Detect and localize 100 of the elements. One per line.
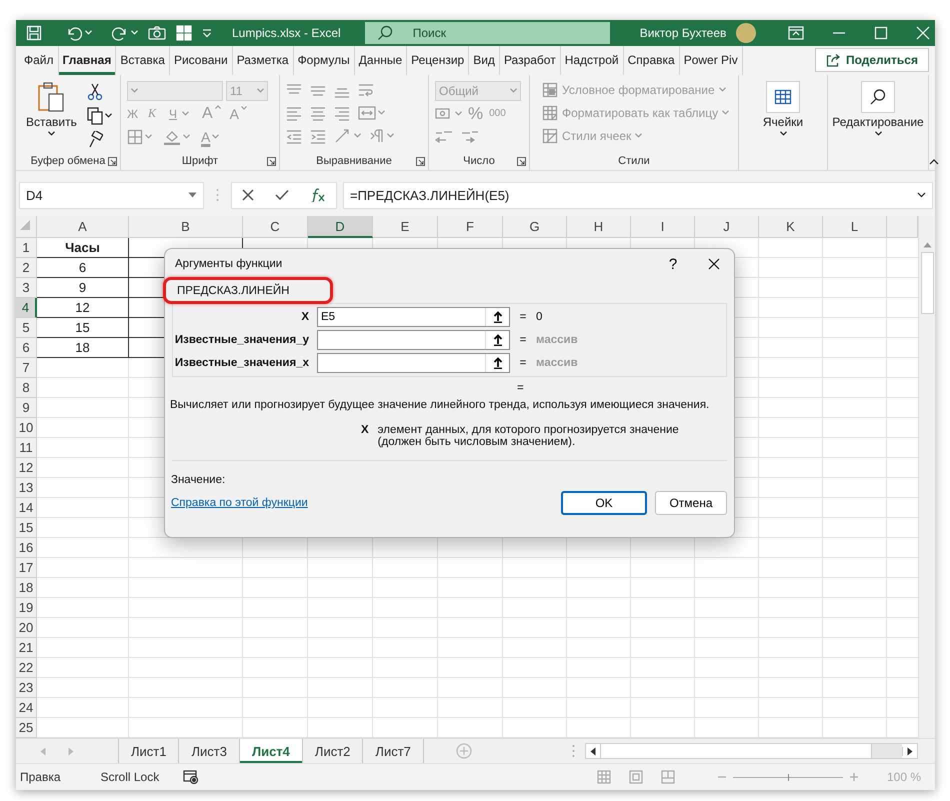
normal-view-icon[interactable] xyxy=(596,770,611,784)
ribbon-tab[interactable]: Разметка xyxy=(232,46,294,75)
row-header[interactable]: 20 xyxy=(16,618,37,638)
column-header[interactable]: C xyxy=(243,216,308,238)
caret-icon[interactable] xyxy=(874,130,882,136)
format-painter-icon[interactable] xyxy=(86,130,103,149)
ribbon-tab[interactable]: Рецензир xyxy=(407,46,470,75)
help-link[interactable]: Справка по этой функции xyxy=(171,497,308,509)
row-header[interactable]: 17 xyxy=(16,558,37,578)
search-field[interactable]: Поиск xyxy=(364,22,610,44)
row-header[interactable]: 12 xyxy=(16,458,37,478)
column-header[interactable] xyxy=(887,216,918,238)
scissors-icon[interactable] xyxy=(86,82,103,101)
page-break-icon[interactable] xyxy=(660,770,675,784)
ribbon-tab[interactable]: Формулы xyxy=(294,46,355,75)
grid-icon[interactable] xyxy=(176,24,192,41)
row-header[interactable]: 25 xyxy=(16,718,37,738)
caret-icon[interactable] xyxy=(780,130,786,136)
share-button[interactable]: Поделиться xyxy=(814,48,929,72)
name-box[interactable]: D4 xyxy=(19,182,204,209)
row-header[interactable]: 24 xyxy=(16,698,37,718)
camera-icon[interactable] xyxy=(148,24,166,41)
column-header[interactable]: L xyxy=(823,216,887,238)
sheet-tab[interactable]: Лист2 xyxy=(302,739,362,764)
ribbon-display-icon[interactable] xyxy=(788,26,804,40)
column-header[interactable]: F xyxy=(438,216,503,238)
ribbon-tab[interactable]: Данные xyxy=(354,46,408,75)
row-header[interactable]: 18 xyxy=(16,578,37,598)
row-header[interactable]: 16 xyxy=(16,538,37,558)
sheet-tab[interactable]: Лист4 xyxy=(238,739,302,764)
ribbon-tab[interactable]: Рисовани xyxy=(170,46,233,75)
customize-menu-icon[interactable] xyxy=(202,28,212,38)
row-header[interactable]: 23 xyxy=(16,678,37,698)
dialog-button[interactable]: OK xyxy=(561,491,647,515)
confirm-icon[interactable] xyxy=(274,189,289,202)
row-header[interactable]: 15 xyxy=(16,518,37,538)
ribbon-tab[interactable]: Разработ xyxy=(500,46,561,75)
undo-icon[interactable] xyxy=(66,24,82,41)
ribbon-tab[interactable]: Вставка xyxy=(116,46,170,75)
scroll-thumb[interactable] xyxy=(920,252,934,314)
column-header[interactable]: K xyxy=(759,216,823,238)
column-header[interactable]: E xyxy=(373,216,438,238)
row-header[interactable]: 7 xyxy=(16,358,37,378)
expand-icon[interactable] xyxy=(917,192,926,198)
ribbon-tab[interactable]: Главная xyxy=(58,46,116,75)
row-header[interactable]: 19 xyxy=(16,598,37,618)
ribbon-tab[interactable]: Файл xyxy=(20,46,59,75)
column-header[interactable]: J xyxy=(695,216,759,238)
row-header[interactable]: 3 xyxy=(16,278,37,298)
scroll-left-icon[interactable] xyxy=(590,746,596,756)
row-header[interactable]: 5 xyxy=(16,318,37,338)
column-header[interactable]: A xyxy=(37,216,129,238)
row-header[interactable]: 10 xyxy=(16,418,37,438)
add-sheet-icon[interactable] xyxy=(456,743,472,760)
zoom-in-icon[interactable] xyxy=(848,772,859,782)
scroll-right-icon[interactable] xyxy=(907,746,913,756)
editing-button[interactable]: Редактирование xyxy=(828,78,928,153)
macro-record-icon[interactable] xyxy=(183,770,200,784)
sheet-tab[interactable]: Лист7 xyxy=(362,739,423,764)
page-layout-icon[interactable] xyxy=(628,770,643,784)
row-header[interactable]: 14 xyxy=(16,498,37,518)
close-icon[interactable] xyxy=(708,258,720,270)
caret-icon[interactable] xyxy=(104,113,112,118)
avatar[interactable] xyxy=(736,22,756,43)
row-header[interactable]: 8 xyxy=(16,378,37,398)
row-header[interactable]: 11 xyxy=(16,438,37,458)
row-header[interactable]: 1 xyxy=(16,238,37,258)
row-header[interactable]: 21 xyxy=(16,638,37,658)
dropdown-arrow-icon[interactable] xyxy=(188,192,197,198)
column-header[interactable]: D xyxy=(308,216,373,238)
row-header[interactable]: 22 xyxy=(16,658,37,678)
caret-icon[interactable] xyxy=(48,130,55,136)
formula-field[interactable]: =ПРЕДСКАЗ.ЛИНЕЙН(E5) xyxy=(343,182,933,209)
row-header[interactable]: 13 xyxy=(16,478,37,498)
redo-icon[interactable] xyxy=(112,24,128,41)
column-header[interactable]: B xyxy=(129,216,243,238)
help-button[interactable]: ? xyxy=(662,256,684,272)
cells-button[interactable]: Ячейки xyxy=(758,78,808,153)
collapse-ribbon-icon[interactable] xyxy=(929,158,939,165)
dialog-button[interactable]: Отмена xyxy=(655,491,727,515)
paste-button[interactable]: Вставить xyxy=(22,78,81,153)
splitter-icon[interactable] xyxy=(572,744,575,758)
cancel-icon[interactable] xyxy=(242,189,254,202)
ribbon-tab[interactable]: Надстрой xyxy=(560,46,624,75)
ribbon-tab[interactable]: Вид xyxy=(469,46,500,75)
maximize-icon[interactable] xyxy=(874,26,888,40)
row-header[interactable]: 9 xyxy=(16,398,37,418)
copy-icon[interactable] xyxy=(86,106,103,125)
row-header[interactable]: 4 xyxy=(16,298,37,318)
dialog-launcher-icon[interactable] xyxy=(108,156,117,166)
ribbon-tab[interactable]: Power Piv xyxy=(680,46,743,75)
scroll-up-icon[interactable] xyxy=(922,242,932,248)
save-icon[interactable] xyxy=(26,24,42,41)
ribbon-tab[interactable]: Справка xyxy=(624,46,680,75)
sheet-tab[interactable]: Лист1 xyxy=(118,739,178,764)
row-header[interactable]: 6 xyxy=(16,338,37,358)
insert-function-icon[interactable] xyxy=(310,188,326,202)
scroll-thumb[interactable] xyxy=(600,744,872,758)
column-header[interactable]: I xyxy=(631,216,695,238)
column-header[interactable]: H xyxy=(567,216,631,238)
